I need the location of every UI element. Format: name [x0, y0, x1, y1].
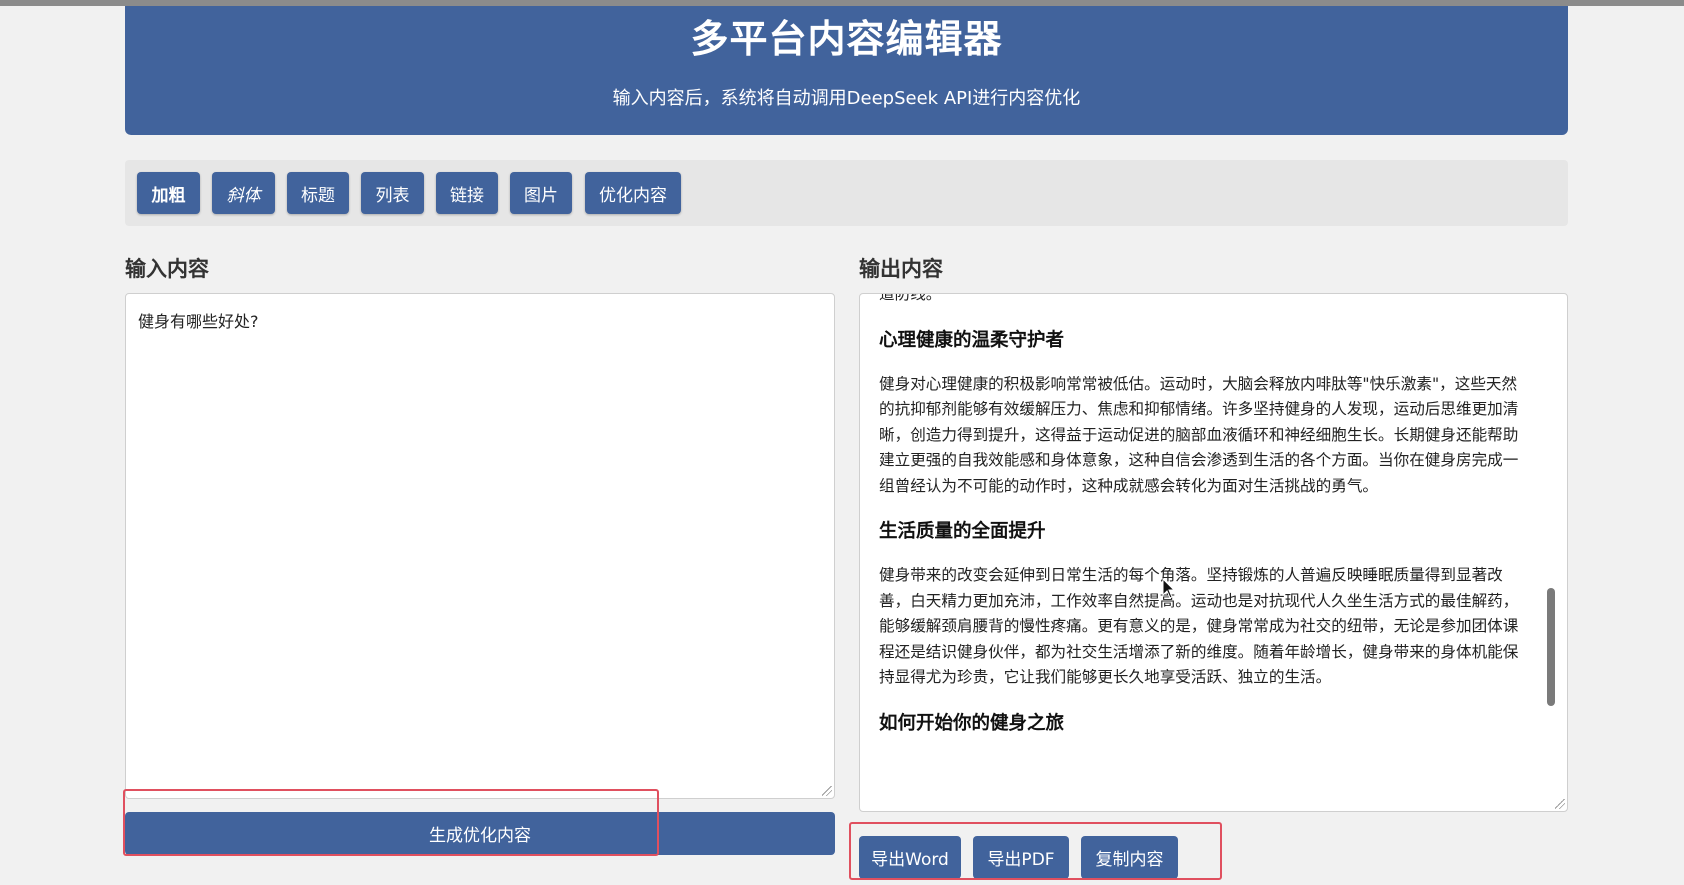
output-heading: 如何开始你的健身之旅	[879, 712, 1065, 734]
bold-button[interactable]: 加粗	[137, 172, 200, 214]
output-heading: 心理健康的温柔守护者	[879, 329, 1065, 351]
output-scrollbar[interactable]	[1547, 588, 1555, 706]
list-button[interactable]: 列表	[361, 172, 424, 214]
output-section-title: 输出内容	[859, 257, 943, 281]
output-paragraph: 健身对心理健康的积极影响常常被低估。运动时，大脑会释放内啡肽等"快乐激素"，这些…	[879, 374, 1519, 495]
format-toolbar: 加粗 斜体 标题 列表 链接 图片 优化内容	[125, 160, 1568, 226]
page-header: 多平台内容编辑器 输入内容后，系统将自动调用DeepSeek API进行内容优化	[125, 6, 1568, 135]
input-section-title: 输入内容	[125, 257, 209, 281]
resize-handle[interactable]	[1555, 799, 1565, 809]
highlight-box-generate	[123, 789, 659, 856]
output-panel[interactable]: 道防线。 心理健康的温柔守护者 健身对心理健康的积极影响常常被低估。运动时，大脑…	[859, 293, 1568, 812]
page-subtitle: 输入内容后，系统将自动调用DeepSeek API进行内容优化	[612, 88, 1081, 109]
heading-button[interactable]: 标题	[287, 172, 349, 214]
optimize-button[interactable]: 优化内容	[585, 172, 681, 214]
output-heading: 生活质量的全面提升	[879, 521, 1046, 542]
page-title: 多平台内容编辑器	[690, 17, 1003, 61]
input-textarea[interactable]: 健身有哪些好处?	[125, 293, 835, 799]
highlight-box-export	[849, 822, 1222, 880]
output-paragraph: 健身带来的改变会延伸到日常生活的每个角落。坚持锻炼的人普遍反映睡眠质量得到显著改…	[879, 566, 1519, 686]
input-text: 健身有哪些好处?	[138, 312, 259, 331]
output-content: 道防线。 心理健康的温柔守护者 健身对心理健康的积极影响常常被低估。运动时，大脑…	[879, 293, 1529, 755]
link-button[interactable]: 链接	[436, 172, 498, 214]
image-button[interactable]: 图片	[510, 172, 572, 214]
italic-button[interactable]: 斜体	[212, 172, 275, 214]
mouse-cursor-icon	[1162, 578, 1176, 599]
resize-handle[interactable]	[822, 786, 832, 796]
output-partial-paragraph: 道防线。	[879, 293, 942, 303]
